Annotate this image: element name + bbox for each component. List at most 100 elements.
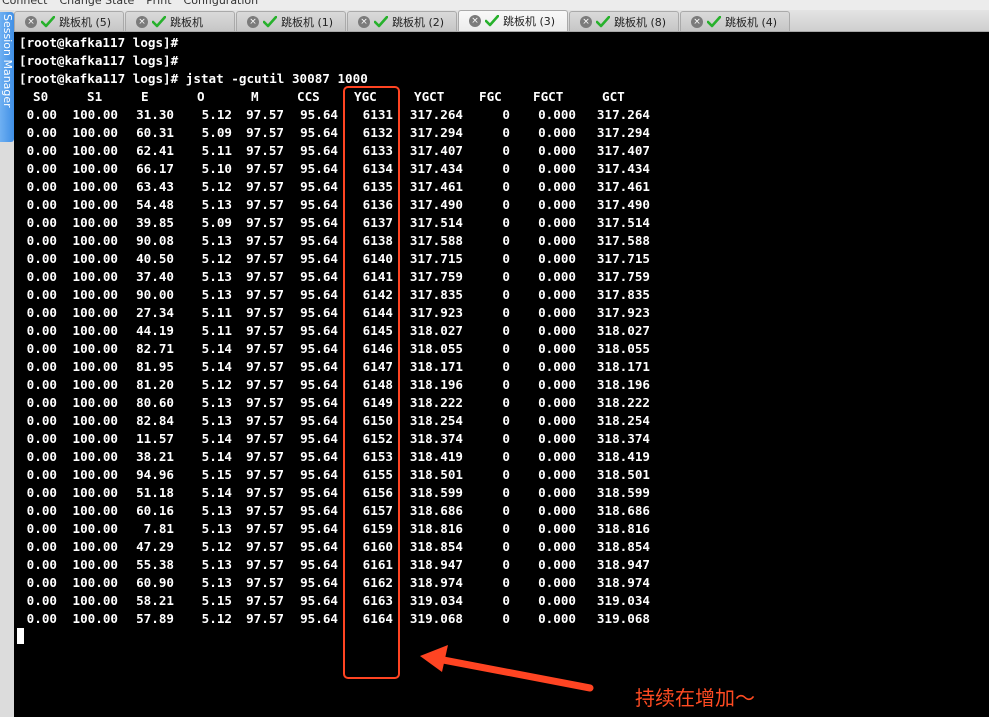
table-cell: 5.12 <box>201 377 232 392</box>
close-tab-icon[interactable]: × <box>136 15 148 28</box>
tab-label: 跳板机 (1) <box>281 15 334 29</box>
table-cell: 0.000 <box>538 251 576 266</box>
table-cell: 0.00 <box>26 125 57 140</box>
table-cell: 100.00 <box>72 233 119 248</box>
table-cell: 81.95 <box>136 359 174 374</box>
table-cell: 0.00 <box>26 341 57 356</box>
column-header: E <box>141 89 149 104</box>
session-manager-tab[interactable]: Session Manager <box>0 12 14 142</box>
table-cell: 5.13 <box>201 413 232 428</box>
close-tab-icon[interactable]: × <box>580 15 592 28</box>
table-cell: 318.501 <box>409 467 463 482</box>
table-cell: 0.00 <box>26 575 57 590</box>
menu-item[interactable]: Change State <box>59 0 134 6</box>
table-cell: 95.64 <box>300 359 338 374</box>
table-cell: 0.00 <box>26 521 57 536</box>
table-cell: 95.64 <box>300 161 338 176</box>
table-cell: 317.264 <box>409 107 463 122</box>
table-cell: 95.64 <box>300 287 338 302</box>
table-cell: 318.816 <box>596 521 650 536</box>
table-cell: 95.64 <box>300 197 338 212</box>
table-cell: 0.00 <box>26 197 57 212</box>
table-cell: 90.08 <box>136 233 174 248</box>
close-tab-icon[interactable]: × <box>247 15 259 28</box>
table-cell: 0.000 <box>538 143 576 158</box>
connected-check-icon <box>707 15 721 27</box>
table-cell: 5.13 <box>201 197 232 212</box>
column-header: GCT <box>602 89 625 104</box>
table-cell: 0.000 <box>538 431 576 446</box>
session-tab[interactable]: × 跳板机 (4) <box>680 11 790 31</box>
table-cell: 5.13 <box>201 575 232 590</box>
table-cell: 319.068 <box>409 611 463 626</box>
table-cell: 97.57 <box>246 503 284 518</box>
menu-item[interactable]: Print <box>146 0 171 6</box>
table-cell: 319.068 <box>596 611 650 626</box>
table-cell: 317.407 <box>409 143 463 158</box>
table-cell: 5.12 <box>201 611 232 626</box>
table-cell: 100.00 <box>72 485 119 500</box>
table-cell: 5.13 <box>201 503 232 518</box>
close-tab-icon[interactable]: × <box>358 15 370 28</box>
table-cell: 80.60 <box>136 395 174 410</box>
table-cell: 95.64 <box>300 305 338 320</box>
table-cell: 40.50 <box>136 251 174 266</box>
table-cell: 0.00 <box>26 611 57 626</box>
table-cell: 318.055 <box>596 341 650 356</box>
table-cell: 0 <box>502 359 510 374</box>
table-cell: 100.00 <box>72 197 119 212</box>
table-cell: 5.14 <box>201 359 232 374</box>
menu-item[interactable]: Configuration <box>184 0 259 6</box>
table-cell: 95.64 <box>300 485 338 500</box>
table-cell: 0 <box>502 161 510 176</box>
close-tab-icon[interactable]: × <box>691 15 703 28</box>
table-cell: 0 <box>502 323 510 338</box>
table-cell: 0.000 <box>538 359 576 374</box>
table-cell: 100.00 <box>72 377 119 392</box>
session-tab[interactable]: × 跳板机 (8) <box>569 11 679 31</box>
table-cell: 97.57 <box>246 233 284 248</box>
table-cell: 0.000 <box>538 107 576 122</box>
table-cell: 100.00 <box>72 305 119 320</box>
table-cell: 0 <box>502 251 510 266</box>
table-cell: 97.57 <box>246 143 284 158</box>
tab-label: 跳板机 <box>170 15 203 29</box>
session-tab[interactable]: × 跳板机 <box>125 11 235 31</box>
table-cell: 5.09 <box>201 125 232 140</box>
close-tab-icon[interactable]: × <box>25 15 37 28</box>
table-cell: 318.374 <box>409 431 463 446</box>
table-cell: 97.57 <box>246 431 284 446</box>
connected-check-icon <box>263 15 277 27</box>
table-cell: 100.00 <box>72 521 119 536</box>
menu-item[interactable]: Connect <box>2 0 47 6</box>
table-cell: 95.64 <box>300 449 338 464</box>
table-cell: 38.21 <box>136 449 174 464</box>
table-cell: 0 <box>502 503 510 518</box>
table-cell: 100.00 <box>72 395 119 410</box>
table-cell: 318.419 <box>596 449 650 464</box>
session-tab[interactable]: × 跳板机 (3) <box>458 10 568 31</box>
table-cell: 94.96 <box>136 467 174 482</box>
table-cell: 97.57 <box>246 449 284 464</box>
table-cell: 0.00 <box>26 557 57 572</box>
table-cell: 5.14 <box>201 341 232 356</box>
table-cell: 5.10 <box>201 161 232 176</box>
session-tab[interactable]: × 跳板机 (2) <box>347 11 457 31</box>
table-cell: 5.14 <box>201 485 232 500</box>
table-cell: 5.14 <box>201 431 232 446</box>
table-cell: 0.00 <box>26 593 57 608</box>
session-tab[interactable]: × 跳板机 (1) <box>236 11 346 31</box>
terminal[interactable]: [root@kafka117 logs]# [root@kafka117 log… <box>14 32 989 717</box>
table-cell: 51.18 <box>136 485 174 500</box>
session-tab[interactable]: × 跳板机 (5) <box>14 11 124 31</box>
table-cell: 82.71 <box>136 341 174 356</box>
table-cell: 0.00 <box>26 539 57 554</box>
table-cell: 95.64 <box>300 557 338 572</box>
table-cell: 0.00 <box>26 305 57 320</box>
table-cell: 0.000 <box>538 197 576 212</box>
table-cell: 97.57 <box>246 197 284 212</box>
table-cell: 0 <box>502 575 510 590</box>
table-cell: 0 <box>502 467 510 482</box>
table-cell: 0.00 <box>26 323 57 338</box>
close-tab-icon[interactable]: × <box>469 15 481 27</box>
